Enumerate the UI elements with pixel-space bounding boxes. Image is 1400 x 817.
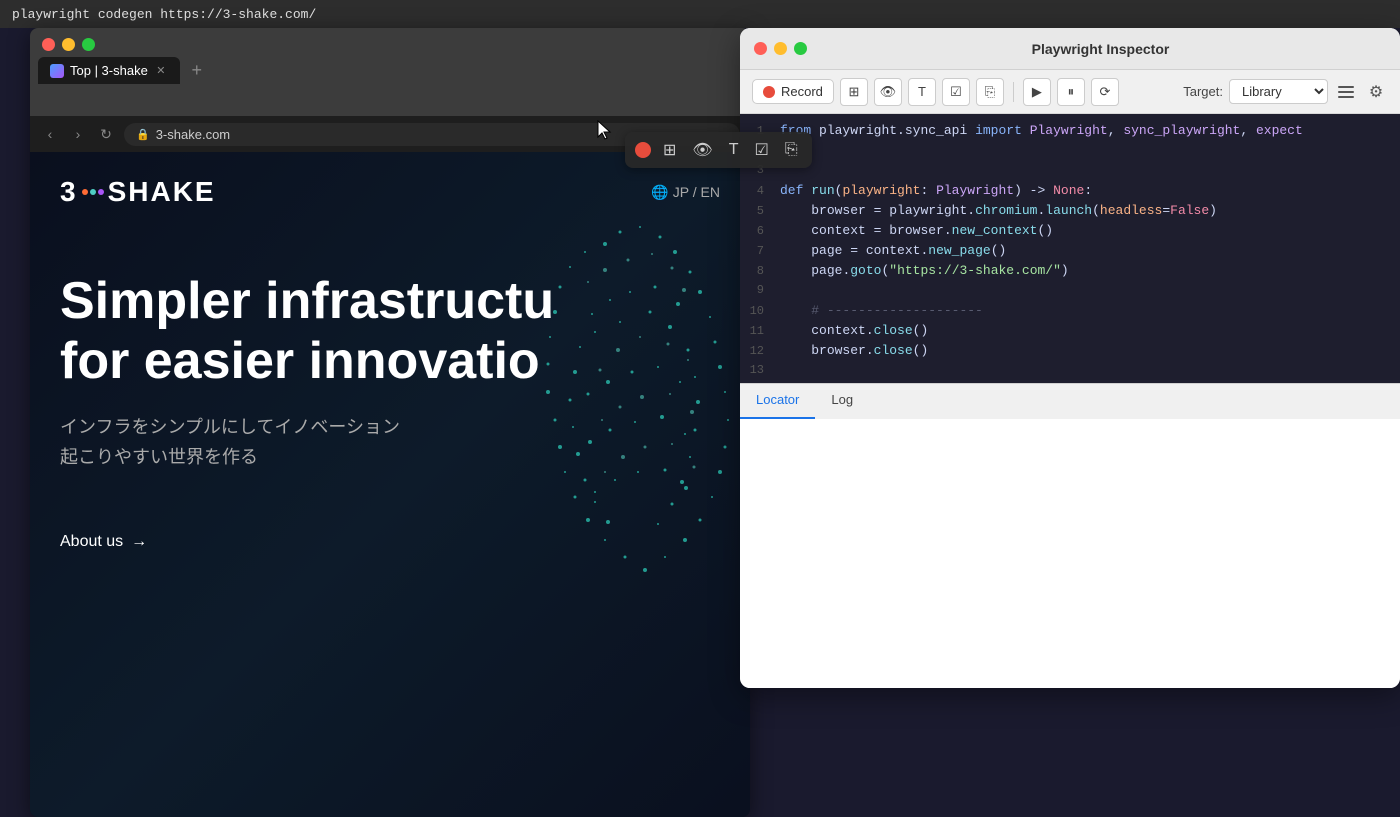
code-line-9: 9: [740, 282, 1400, 302]
browser-minimize-button[interactable]: [62, 38, 75, 51]
new-tab-button[interactable]: +: [184, 58, 210, 84]
language-switcher[interactable]: 🌐 JP / EN: [651, 184, 720, 201]
code-line-4: 4 def run(playwright: Playwright) -> Non…: [740, 182, 1400, 202]
pw-locator-area: [740, 419, 1400, 688]
overlay-eye-button[interactable]: 👁: [688, 138, 716, 162]
terminal-command: playwright codegen https://3-shake.com/: [12, 7, 316, 22]
terminal-bar: playwright codegen https://3-shake.com/: [0, 0, 1400, 28]
code-line-7: 7 page = context.new_page(): [740, 242, 1400, 262]
pw-log-tab[interactable]: Log: [815, 384, 869, 419]
code-line-8: 8 page.goto("https://3-shake.com/"): [740, 262, 1400, 282]
code-line-13: 13: [740, 362, 1400, 382]
code-line-6: 6 context = browser.new_context(): [740, 222, 1400, 242]
toolbar-separator: [1013, 82, 1014, 102]
pw-titlebar: Playwright Inspector: [740, 28, 1400, 70]
hero-heading-line1: Simpler infrastructu: [60, 272, 554, 330]
pw-bottom-tabs: Locator Log: [740, 383, 1400, 419]
pw-toolbar: Record ⊞ 👁 T ☑ ⎘ ▶ ⏸ ⟳ Target: Library J…: [740, 70, 1400, 114]
pw-target-label: Target:: [1183, 84, 1223, 99]
site-logo: 3 SHAKE: [60, 176, 216, 208]
pw-minimize-button[interactable]: [774, 42, 787, 55]
pw-traffic-lights: [754, 42, 807, 55]
address-text: 3-shake.com: [156, 127, 230, 142]
browser-chrome: Top | 3-shake ✕ +: [30, 28, 750, 116]
site-hero: Simpler infrastructu for easier innovati…: [30, 232, 750, 533]
pw-locator-tab[interactable]: Locator: [740, 384, 815, 419]
pw-menu-button[interactable]: [1334, 80, 1358, 104]
hero-heading-line2: for easier innovatio: [60, 332, 540, 390]
about-us-arrow: →: [131, 533, 147, 551]
pw-assert-value-button[interactable]: ☑: [942, 78, 970, 106]
pw-settings-button[interactable]: ⚙: [1364, 80, 1388, 104]
hero-heading: Simpler infrastructu for easier innovati…: [60, 272, 720, 392]
hero-jp-line1: インフラをシンプルにしてイノベーション: [60, 412, 720, 443]
tab-favicon-icon: [50, 64, 64, 78]
logo-text: 3: [60, 176, 78, 208]
pw-inspector-window: Playwright Inspector Record ⊞ 👁 T ☑ ⎘ ▶ …: [740, 28, 1400, 688]
overlay-pick-button[interactable]: ⊞: [659, 138, 680, 162]
pw-run-button[interactable]: ▶: [1023, 78, 1051, 106]
pw-copy-button[interactable]: ⎘: [976, 78, 1004, 106]
pw-record-indicator: [763, 86, 775, 98]
about-us-link[interactable]: About us →: [30, 533, 750, 551]
code-line-1: 1 from playwright.sync_api import Playwr…: [740, 122, 1400, 142]
code-line-10: 10 # --------------------: [740, 302, 1400, 322]
pw-record-label: Record: [781, 84, 823, 99]
logo-shake: SHAKE: [108, 176, 216, 208]
tab-close-button[interactable]: ✕: [154, 64, 168, 78]
code-line-5: 5 browser = playwright.chromium.launch(h…: [740, 202, 1400, 222]
hero-jp-line2: 起こりやすい世界を作る: [60, 442, 720, 473]
browser-close-button[interactable]: [42, 38, 55, 51]
pw-overlay-toolbar: ⊞ 👁 T ☑ ⎘: [625, 132, 812, 168]
pw-inspect-button[interactable]: 👁: [874, 78, 902, 106]
code-line-11: 11 context.close(): [740, 322, 1400, 342]
pw-record-button[interactable]: Record: [752, 79, 834, 104]
logo-dots: [82, 189, 104, 195]
hero-japanese-text: インフラをシンプルにしてイノベーション 起こりやすい世界を作る: [60, 412, 720, 473]
menu-bar-3: [1338, 96, 1354, 98]
overlay-record-dot[interactable]: [635, 142, 651, 158]
menu-bar-2: [1338, 91, 1354, 93]
code-line-2: 2: [740, 142, 1400, 162]
about-us-text: About us: [60, 533, 123, 551]
pw-target-section: Target: Library JavaScript Python Java C…: [1183, 79, 1328, 104]
pw-step-button[interactable]: ⟳: [1091, 78, 1119, 106]
pw-code-editor[interactable]: 1 from playwright.sync_api import Playwr…: [740, 114, 1400, 383]
pw-assert-text-button[interactable]: T: [908, 78, 936, 106]
overlay-assert-text-button[interactable]: T: [725, 139, 743, 161]
tab-title: Top | 3-shake: [70, 63, 148, 78]
lock-icon: 🔒: [136, 128, 150, 141]
pw-pick-locator-button[interactable]: ⊞: [840, 78, 868, 106]
pw-inspector-title: Playwright Inspector: [815, 41, 1386, 57]
lang-text: JP / EN: [673, 184, 720, 200]
pw-close-button[interactable]: [754, 42, 767, 55]
browser-tab-active[interactable]: Top | 3-shake ✕: [38, 57, 180, 84]
globe-icon: 🌐: [651, 184, 668, 201]
reload-button[interactable]: ↻: [96, 126, 116, 143]
browser-tabs: Top | 3-shake ✕ +: [30, 57, 750, 84]
pw-pause-button[interactable]: ⏸: [1057, 78, 1085, 106]
pw-target-select[interactable]: Library JavaScript Python Java C#: [1229, 79, 1328, 104]
menu-bar-1: [1338, 86, 1354, 88]
forward-button[interactable]: ›: [68, 126, 88, 142]
back-button[interactable]: ‹: [40, 126, 60, 142]
overlay-assert-check-button[interactable]: ☑: [751, 138, 773, 162]
browser-maximize-button[interactable]: [82, 38, 95, 51]
website-content: 3 SHAKE 🌐 JP / EN Simpler infrastructu f…: [30, 152, 750, 817]
overlay-copy-button[interactable]: ⎘: [781, 139, 802, 161]
code-line-12: 12 browser.close(): [740, 342, 1400, 362]
pw-maximize-button[interactable]: [794, 42, 807, 55]
browser-traffic-lights: [30, 28, 750, 57]
code-line-3: 3: [740, 162, 1400, 182]
